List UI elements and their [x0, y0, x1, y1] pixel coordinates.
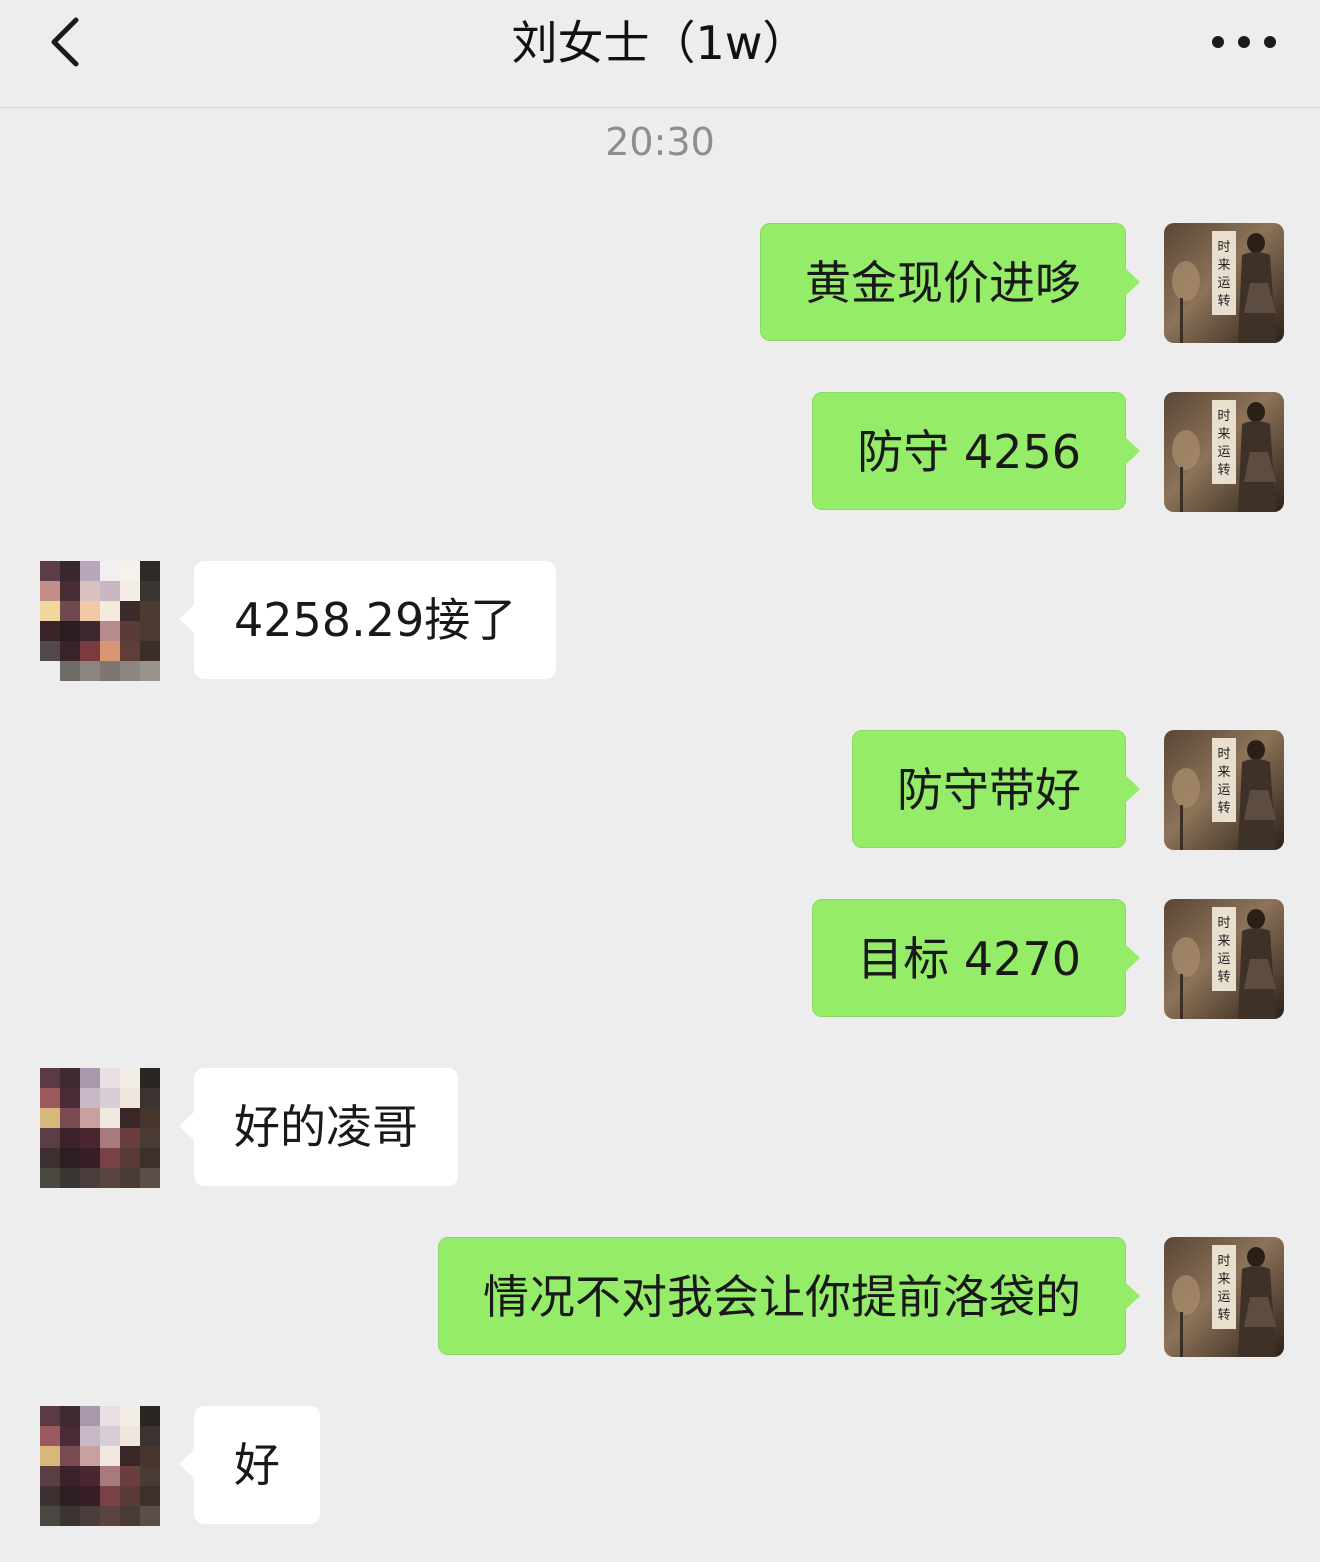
message-row-outgoing: 目标 4270 — [0, 899, 1320, 1019]
incoming-message-bubble[interactable]: 好 — [179, 1406, 320, 1524]
more-dots-icon — [1212, 36, 1276, 48]
back-button[interactable] — [36, 10, 100, 74]
message-row-incoming: 好 — [0, 1406, 1320, 1526]
my-avatar-image — [1164, 1237, 1284, 1357]
contact-avatar[interactable] — [40, 1068, 160, 1188]
my-avatar[interactable] — [1164, 223, 1284, 343]
my-avatar[interactable] — [1164, 730, 1284, 850]
outgoing-message-bubble[interactable]: 目标 4270 — [812, 899, 1140, 1017]
message-row-outgoing: 防守带好 — [0, 730, 1320, 850]
outgoing-message-bubble[interactable]: 防守带好 — [852, 730, 1140, 848]
pixelated-avatar-image — [40, 561, 160, 681]
message-row-incoming: 好的凌哥 — [0, 1068, 1320, 1188]
message-timestamp: 20:30 — [605, 120, 715, 164]
my-avatar-image — [1164, 730, 1284, 850]
message-row-incoming: 4258.29接了 — [0, 561, 1320, 681]
pixelated-avatar-image — [40, 1406, 160, 1526]
my-avatar-image — [1164, 899, 1284, 1019]
more-options-button[interactable] — [1204, 20, 1284, 64]
pixelated-avatar-image — [40, 1068, 160, 1188]
message-row-outgoing: 防守 4256 — [0, 392, 1320, 512]
chat-title: 刘女士（1w） — [511, 16, 809, 70]
navigation-bar: 刘女士（1w） — [0, 0, 1320, 108]
my-avatar[interactable] — [1164, 899, 1284, 1019]
my-avatar[interactable] — [1164, 1237, 1284, 1357]
outgoing-message-bubble[interactable]: 黄金现价进哆 — [760, 223, 1140, 341]
incoming-message-bubble[interactable]: 好的凌哥 — [179, 1068, 458, 1186]
outgoing-message-bubble[interactable]: 防守 4256 — [812, 392, 1140, 510]
incoming-message-bubble[interactable]: 4258.29接了 — [178, 561, 557, 679]
chevron-left-icon — [51, 17, 79, 67]
outgoing-message-bubble[interactable]: 情况不对我会让你提前洛袋的 — [438, 1237, 1140, 1355]
my-avatar-image — [1164, 223, 1284, 343]
message-row-outgoing: 情况不对我会让你提前洛袋的 — [0, 1237, 1320, 1357]
my-avatar[interactable] — [1164, 392, 1284, 512]
contact-avatar[interactable] — [40, 561, 160, 681]
my-avatar-image — [1164, 392, 1284, 512]
message-row-outgoing: 黄金现价进哆 — [0, 223, 1320, 343]
contact-avatar[interactable] — [40, 1406, 160, 1526]
